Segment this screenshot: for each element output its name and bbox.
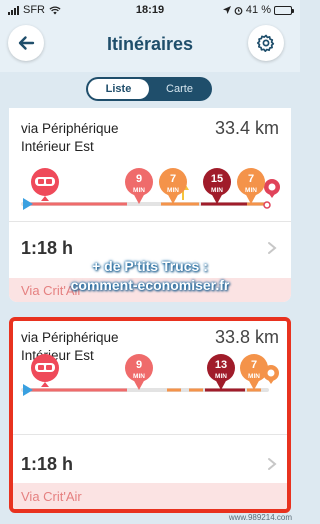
delay-value: 9 (136, 173, 142, 185)
delay-bubble: 15 MIN (203, 168, 231, 204)
alarm-clock-icon (234, 6, 243, 15)
traffic-bar: 9 MIN 7 MIN 15 MIN 7 MIN (9, 168, 291, 218)
route-distance: 33.8 km (214, 327, 279, 347)
delay-value: 7 (248, 173, 254, 185)
battery-text: 41 % (245, 4, 271, 16)
delay-unit: MIN (248, 373, 260, 380)
route-distance: 33.4 km (214, 118, 279, 138)
settings-button[interactable] (248, 25, 284, 61)
route-name: via Périphérique Intérieur Est (21, 121, 119, 154)
settings-gear-icon (256, 34, 275, 52)
delay-unit: MIN (215, 373, 227, 380)
delay-value: 13 (215, 359, 227, 371)
delay-bubble: 9 MIN (125, 168, 153, 204)
battery-icon (274, 5, 294, 15)
location-arrow-icon (222, 6, 231, 14)
status-right: 41 % (222, 4, 294, 16)
status-bar: SFR 18:19 41 % (0, 0, 300, 22)
critair-banner[interactable]: Via Crit'Air (13, 483, 287, 509)
delay-unit: MIN (245, 187, 257, 194)
view-toggle: Liste Carte (86, 77, 212, 101)
delay-bubble: 7 MIN (240, 354, 268, 390)
watermark-line2: comment-economiser.fr (70, 277, 230, 293)
image-credit: www.989214.com (228, 513, 292, 522)
divider (13, 434, 287, 435)
route-duration: 1:18 h (21, 238, 74, 258)
destination-pin-icon (263, 179, 280, 209)
delay-bubble: 13 MIN (207, 354, 235, 390)
delay-value: 7 (251, 359, 257, 371)
chevron-right-icon (268, 458, 277, 470)
divider (9, 221, 291, 222)
delay-unit: MIN (167, 187, 179, 194)
chevron-right-icon (268, 242, 277, 254)
delay-unit: MIN (133, 187, 145, 194)
traffic-bar: 9 MIN 13 MIN 7 MIN (13, 354, 287, 404)
delay-bubble: 9 MIN (125, 354, 153, 390)
watermark-line1: + de P'tits Trucs : (92, 258, 208, 274)
delay-value: 9 (136, 359, 142, 371)
route-card-2[interactable]: via Périphérique Intérieur Est 33.8 km 9… (9, 317, 291, 513)
delay-value: 15 (211, 173, 223, 185)
route-duration: 1:18 h (21, 454, 74, 474)
toggle-liste[interactable]: Liste (88, 79, 149, 99)
delay-unit: MIN (211, 187, 223, 194)
delay-value: 7 (170, 173, 176, 185)
app-header: Itinéraires (0, 22, 300, 72)
toggle-carte[interactable]: Carte (149, 79, 210, 99)
delay-unit: MIN (133, 373, 145, 380)
delay-bubble: 7 MIN (237, 168, 265, 204)
